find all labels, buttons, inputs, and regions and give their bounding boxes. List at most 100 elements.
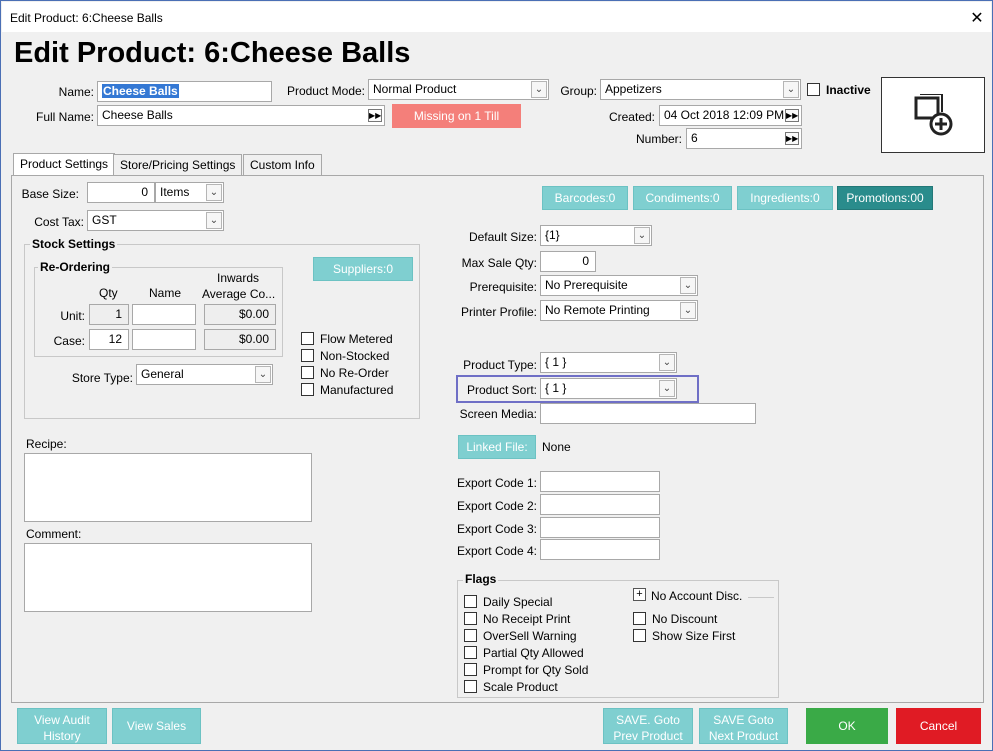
suppliers-button[interactable]: Suppliers:0 — [313, 257, 413, 281]
comment-label: Comment: — [26, 527, 82, 541]
flow-metered-checkbox[interactable] — [301, 332, 314, 345]
condiments-button[interactable]: Condiments:0 — [633, 186, 732, 210]
max-sale-qty-input[interactable]: 0 — [540, 251, 596, 272]
unit-cost-input[interactable]: $0.00 — [204, 304, 276, 325]
created-value: 04 Oct 2018 12:09 PM — [664, 108, 785, 122]
no-reorder-checkbox[interactable] — [301, 366, 314, 379]
close-icon[interactable]: ✕ — [968, 8, 986, 28]
expand-plus-icon[interactable]: + — [633, 588, 646, 601]
no-receipt-print-label: No Receipt Print — [483, 612, 571, 626]
cost-tax-select[interactable]: GST ⌄ — [87, 210, 224, 231]
prompt-qty-label: Prompt for Qty Sold — [483, 663, 589, 677]
unit-qty-input[interactable]: 1 — [89, 304, 129, 325]
printer-profile-value: No Remote Printing — [545, 303, 650, 317]
tab-product-settings[interactable]: Product Settings — [13, 153, 116, 177]
expand-icon[interactable]: ▶▶ — [785, 109, 799, 122]
case-cost-input[interactable]: $0.00 — [204, 329, 276, 350]
non-stocked-checkbox[interactable] — [301, 349, 314, 362]
default-size-label: Default Size: — [468, 230, 537, 244]
scale-product-checkbox[interactable] — [464, 680, 477, 693]
expand-icon[interactable]: ▶▶ — [368, 109, 382, 122]
export-code-1-input[interactable] — [540, 471, 660, 492]
divider — [748, 597, 774, 598]
store-type-select[interactable]: General ⌄ — [136, 364, 273, 385]
product-type-select[interactable]: { 1 } ⌄ — [540, 352, 677, 373]
manufactured-label: Manufactured — [320, 383, 394, 397]
ingredients-button[interactable]: Ingredients:0 — [737, 186, 833, 210]
chevron-down-icon[interactable]: ⌄ — [206, 212, 222, 229]
non-stocked-label: Non-Stocked — [320, 349, 390, 363]
group-label: Group: — [560, 84, 597, 98]
expand-icon[interactable]: ▶▶ — [785, 132, 799, 145]
chevron-down-icon[interactable]: ⌄ — [206, 184, 222, 201]
tab-custom-info[interactable]: Custom Info — [243, 154, 322, 176]
inactive-label: Inactive — [826, 83, 871, 97]
name-input[interactable]: Cheese Balls — [97, 81, 272, 102]
number-input[interactable]: 6 ▶▶ — [686, 128, 802, 149]
prompt-qty-checkbox[interactable] — [464, 663, 477, 676]
export-code-4-label: Export Code 4: — [456, 544, 537, 558]
ok-button[interactable]: OK — [806, 708, 888, 744]
tab-store-pricing[interactable]: Store/Pricing Settings — [113, 154, 243, 176]
save-next-product-button[interactable]: SAVE Goto Next Product — [699, 708, 788, 744]
show-size-first-checkbox[interactable] — [633, 629, 646, 642]
case-name-input[interactable] — [132, 329, 196, 350]
view-audit-history-button[interactable]: View Audit History — [17, 708, 107, 744]
unit-name-input[interactable] — [132, 304, 196, 325]
missing-on-till-badge[interactable]: Missing on 1 Till — [392, 104, 521, 128]
export-code-4-input[interactable] — [540, 539, 660, 560]
promotions-button[interactable]: Promotions:00 — [837, 186, 933, 210]
barcodes-button[interactable]: Barcodes:0 — [542, 186, 628, 210]
product-image-button[interactable] — [881, 77, 985, 153]
window-title: Edit Product: 6:Cheese Balls — [10, 11, 163, 25]
manufactured-checkbox[interactable] — [301, 383, 314, 396]
printer-profile-select[interactable]: No Remote Printing ⌄ — [540, 300, 698, 321]
save-prev-product-button[interactable]: SAVE. Goto Prev Product — [603, 708, 693, 744]
screen-media-input[interactable] — [540, 403, 756, 424]
product-type-label: Product Type: — [463, 358, 537, 372]
chevron-down-icon[interactable]: ⌄ — [255, 366, 271, 383]
chevron-down-icon[interactable]: ⌄ — [680, 302, 696, 319]
product-sort-select[interactable]: { 1 } ⌄ — [540, 378, 677, 399]
created-input[interactable]: 04 Oct 2018 12:09 PM ▶▶ — [659, 105, 802, 126]
printer-profile-label: Printer Profile: — [460, 305, 537, 319]
chevron-down-icon[interactable]: ⌄ — [783, 81, 799, 98]
product-mode-label: Product Mode: — [286, 84, 365, 98]
col-qty-header: Qty — [99, 286, 118, 300]
base-unit-select[interactable]: Items ⌄ — [155, 182, 224, 203]
no-discount-checkbox[interactable] — [633, 612, 646, 625]
base-unit-value: Items — [160, 185, 190, 199]
comment-textarea[interactable] — [24, 543, 312, 612]
full-name-value: Cheese Balls — [102, 108, 173, 122]
cost-tax-label: Cost Tax: — [34, 215, 84, 229]
export-code-2-input[interactable] — [540, 494, 660, 515]
recipe-textarea[interactable] — [24, 453, 312, 522]
inactive-checkbox[interactable] — [807, 83, 820, 96]
chevron-down-icon[interactable]: ⌄ — [659, 354, 675, 371]
oversell-warning-checkbox[interactable] — [464, 629, 477, 642]
created-label: Created: — [608, 110, 655, 124]
flags-label: Flags — [463, 572, 499, 586]
export-code-3-input[interactable] — [540, 517, 660, 538]
linked-file-button[interactable]: Linked File: — [458, 435, 536, 459]
base-size-input[interactable]: 0 — [87, 182, 155, 203]
cancel-button[interactable]: Cancel — [896, 708, 981, 744]
product-mode-select[interactable]: Normal Product ⌄ — [368, 79, 549, 100]
chevron-down-icon[interactable]: ⌄ — [680, 277, 696, 294]
chevron-down-icon[interactable]: ⌄ — [634, 227, 650, 244]
partial-qty-label: Partial Qty Allowed — [483, 646, 584, 660]
daily-special-checkbox[interactable] — [464, 595, 477, 608]
case-qty-input[interactable]: 12 — [89, 329, 129, 350]
group-select[interactable]: Appetizers ⌄ — [600, 79, 801, 100]
default-size-select[interactable]: {1} ⌄ — [540, 225, 652, 246]
no-account-disc-label: No Account Disc. — [651, 589, 743, 603]
prerequisite-select[interactable]: No Prerequisite ⌄ — [540, 275, 698, 296]
number-label: Number: — [635, 132, 682, 146]
chevron-down-icon[interactable]: ⌄ — [659, 380, 675, 397]
no-receipt-print-checkbox[interactable] — [464, 612, 477, 625]
flow-metered-label: Flow Metered — [320, 332, 393, 346]
partial-qty-checkbox[interactable] — [464, 646, 477, 659]
show-size-first-label: Show Size First — [652, 629, 736, 643]
view-sales-button[interactable]: View Sales — [112, 708, 201, 744]
full-name-input[interactable]: Cheese Balls ▶▶ — [97, 105, 385, 126]
